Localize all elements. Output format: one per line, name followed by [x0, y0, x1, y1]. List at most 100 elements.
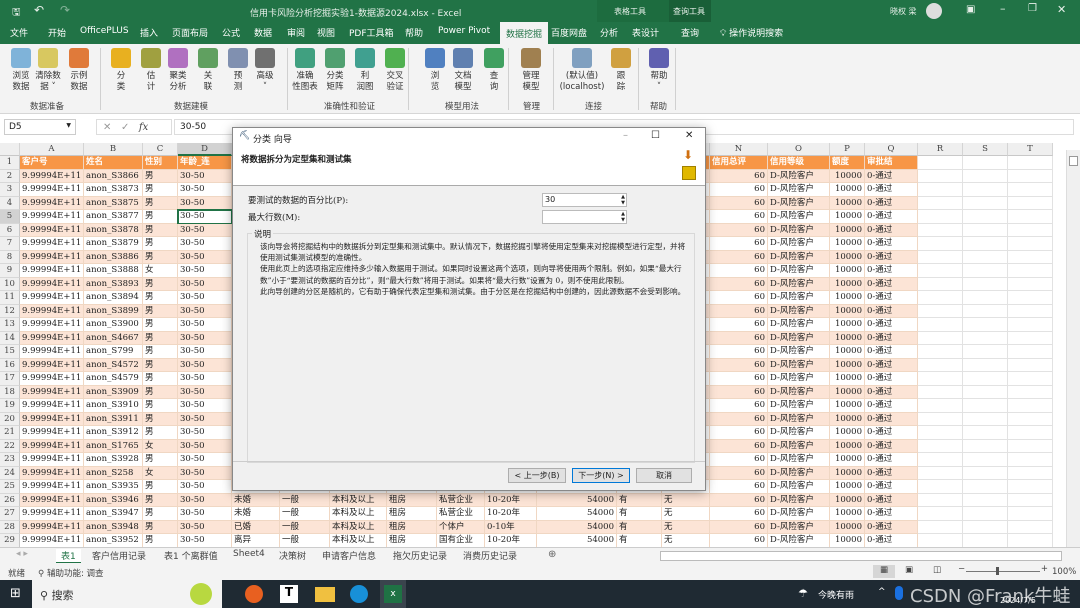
cell[interactable]: 10000 — [830, 493, 865, 507]
column-header[interactable]: S — [963, 143, 1008, 156]
row-header[interactable]: 5 — [0, 210, 20, 224]
cell[interactable] — [1008, 466, 1053, 480]
cell[interactable] — [918, 223, 963, 237]
cell[interactable]: 60 — [710, 453, 768, 467]
cell[interactable]: D-风险客户 — [768, 304, 830, 318]
row-header[interactable]: 19 — [0, 399, 20, 413]
cell[interactable] — [1008, 534, 1053, 547]
cell[interactable]: anon_S3873 — [84, 183, 143, 197]
cell[interactable]: 30-50 — [178, 453, 232, 467]
cell[interactable]: D-风险客户 — [768, 466, 830, 480]
cell[interactable] — [1008, 291, 1053, 305]
cell[interactable]: 10000 — [830, 223, 865, 237]
cell[interactable]: 男 — [143, 196, 178, 210]
selected-cell[interactable]: 30-50 — [177, 209, 233, 225]
ribbon-button[interactable]: 分 类 — [106, 48, 136, 93]
cell[interactable]: 30-50 — [178, 520, 232, 534]
cell[interactable]: 9.99994E+11 — [20, 534, 84, 547]
cell[interactable] — [963, 210, 1008, 224]
cell[interactable] — [918, 453, 963, 467]
cell[interactable]: 9.99994E+11 — [20, 345, 84, 359]
row-header[interactable]: 17 — [0, 372, 20, 386]
ribbon-button[interactable]: 查 询 — [479, 48, 509, 93]
cell[interactable]: 30-50 — [178, 318, 232, 332]
cell[interactable] — [963, 196, 1008, 210]
cell[interactable]: 0-通过 — [865, 345, 918, 359]
cell[interactable] — [918, 480, 963, 494]
cell[interactable]: 9.99994E+11 — [20, 196, 84, 210]
row-header[interactable]: 14 — [0, 331, 20, 345]
cell[interactable]: 60 — [710, 304, 768, 318]
cell[interactable]: 男 — [143, 453, 178, 467]
cell[interactable]: D-风险客户 — [768, 318, 830, 332]
column-header[interactable]: R — [918, 143, 963, 156]
cell[interactable]: 30-50 — [178, 277, 232, 291]
cell[interactable]: 9.99994E+11 — [20, 439, 84, 453]
name-box[interactable]: D5 ▼ — [4, 119, 76, 135]
cell[interactable]: 0-通过 — [865, 507, 918, 521]
spinner-arrows-icon[interactable]: ▲ ▼ — [621, 211, 625, 223]
cell[interactable]: 男 — [143, 318, 178, 332]
cell[interactable] — [1008, 480, 1053, 494]
cell[interactable]: anon_S3948 — [84, 520, 143, 534]
column-header[interactable]: A — [20, 143, 84, 156]
cell[interactable]: anon_S3947 — [84, 507, 143, 521]
row-header[interactable]: 7 — [0, 237, 20, 251]
zoom-level[interactable]: 100% — [1052, 567, 1076, 577]
cell[interactable] — [1008, 385, 1053, 399]
cell[interactable] — [963, 507, 1008, 521]
cell[interactable]: 0-通过 — [865, 169, 918, 183]
cell[interactable]: 10000 — [830, 345, 865, 359]
cell[interactable]: 9.99994E+11 — [20, 223, 84, 237]
cell[interactable]: 60 — [710, 480, 768, 494]
cell[interactable]: D-风险客户 — [768, 169, 830, 183]
cell[interactable] — [963, 183, 1008, 197]
ribbon-button[interactable]: 浏 览 — [420, 48, 450, 93]
cell[interactable] — [918, 466, 963, 480]
cell[interactable]: 一般 — [280, 534, 330, 547]
cell[interactable]: 男 — [143, 372, 178, 386]
ribbon-button[interactable]: 示例 数据 — [64, 48, 94, 93]
cell[interactable]: 男 — [143, 277, 178, 291]
row-header[interactable]: 25 — [0, 480, 20, 494]
cell[interactable] — [1008, 318, 1053, 332]
cell[interactable]: anon_S3866 — [84, 169, 143, 183]
cell[interactable]: 男 — [143, 480, 178, 494]
cell[interactable]: 10000 — [830, 196, 865, 210]
cell[interactable] — [963, 493, 1008, 507]
row-header[interactable]: 24 — [0, 466, 20, 480]
cell[interactable]: 10-20年 — [485, 493, 537, 507]
ribbon-tab[interactable]: 文件 — [10, 26, 28, 39]
row-header[interactable]: 16 — [0, 358, 20, 372]
back-button[interactable]: < 上一步(B) — [508, 468, 566, 483]
restore-button[interactable]: ❐ — [1028, 3, 1037, 14]
ribbon-tab[interactable]: 插入 — [140, 26, 158, 39]
cell[interactable]: D-风险客户 — [768, 399, 830, 413]
cell[interactable] — [918, 264, 963, 278]
ribbon-button[interactable]: 帮助 ˅ — [644, 48, 674, 93]
row-header[interactable]: 29 — [0, 534, 20, 547]
cell[interactable]: 9.99994E+11 — [20, 291, 84, 305]
sheet-tab[interactable]: 决策树 — [279, 549, 306, 562]
cell[interactable]: 60 — [710, 385, 768, 399]
cell[interactable]: 30-50 — [178, 507, 232, 521]
cell[interactable]: 有 — [617, 493, 662, 507]
cell[interactable]: 9.99994E+11 — [20, 412, 84, 426]
row-header[interactable]: 6 — [0, 223, 20, 237]
cell[interactable]: 60 — [710, 196, 768, 210]
cell[interactable]: 未婚 — [232, 507, 280, 521]
cell[interactable] — [963, 412, 1008, 426]
cell[interactable]: 60 — [710, 426, 768, 440]
cell[interactable]: D-风险客户 — [768, 250, 830, 264]
cell[interactable]: 10000 — [830, 331, 865, 345]
cell[interactable] — [963, 372, 1008, 386]
cell[interactable]: 租房 — [387, 520, 437, 534]
ribbon-tab[interactable]: 查询 — [681, 26, 699, 39]
cell[interactable]: 30-50 — [178, 291, 232, 305]
cell[interactable] — [1008, 210, 1053, 224]
vertical-scrollbar[interactable] — [1066, 150, 1080, 547]
cell[interactable]: 离异 — [232, 534, 280, 547]
cell[interactable] — [963, 318, 1008, 332]
cell[interactable]: 60 — [710, 507, 768, 521]
cell[interactable] — [1008, 453, 1053, 467]
